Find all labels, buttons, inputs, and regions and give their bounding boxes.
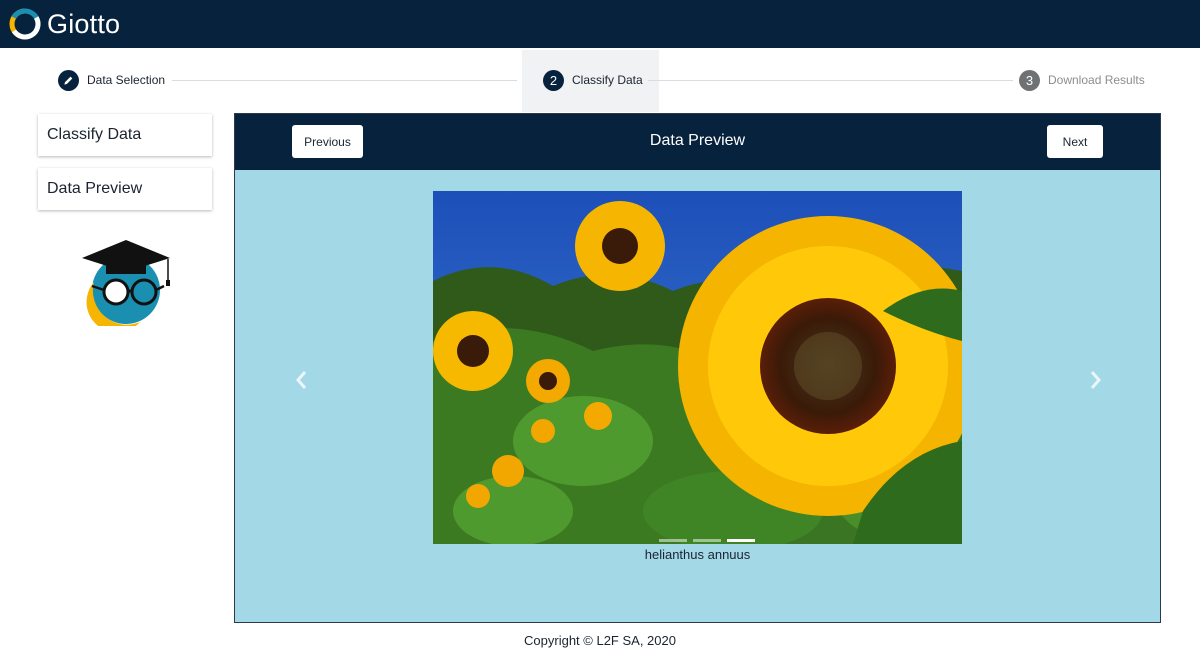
top-navbar: Giotto <box>0 0 1200 48</box>
sunflower-image <box>433 191 962 544</box>
background-sunflower <box>433 311 513 391</box>
step-label: Classify Data <box>572 73 643 87</box>
giotto-logo-icon <box>9 8 41 40</box>
graduate-mascot-icon <box>82 240 170 326</box>
carousel-indicator[interactable] <box>693 539 721 542</box>
sidebar-item-classify-data[interactable]: Classify Data <box>38 114 212 156</box>
step-label: Download Results <box>1048 73 1145 87</box>
carousel-indicators <box>659 539 755 542</box>
step-classify-data[interactable]: 2 Classify Data <box>543 68 643 92</box>
pencil-icon <box>64 76 73 85</box>
sidebar-item-label: Classify Data <box>47 126 142 143</box>
step-connector <box>172 80 517 81</box>
brand-name: Giotto <box>47 8 121 39</box>
sunflower-photo <box>433 191 962 544</box>
step-circle <box>58 69 79 91</box>
sidebar-item-data-preview[interactable]: Data Preview <box>38 168 212 210</box>
brand[interactable]: Giotto <box>9 7 120 41</box>
step-number: 3 <box>1019 69 1040 91</box>
next-button[interactable]: Next <box>1047 125 1103 158</box>
step-label: Data Selection <box>87 73 166 87</box>
carousel-indicator-active[interactable] <box>727 539 755 542</box>
carousel-indicator[interactable] <box>659 539 687 542</box>
data-preview-panel: Previous Data Preview Next helianthus an… <box>234 113 1161 623</box>
footer-copyright: Copyright © L2F SA, 2020 <box>524 633 676 648</box>
background-sunflower <box>575 201 665 291</box>
sidebar-item-label: Data Preview <box>47 180 143 197</box>
panel-title: Data Preview <box>649 132 746 149</box>
background-sunflower <box>526 359 570 403</box>
step-number: 2 <box>543 69 564 91</box>
carousel-prev-icon[interactable] <box>292 369 312 391</box>
panel-header: Previous Data Preview Next <box>235 114 1160 170</box>
image-caption: helianthus annuus <box>644 547 751 562</box>
step-download-results[interactable]: 3 Download Results <box>1019 68 1145 92</box>
step-data-selection[interactable]: Data Selection <box>58 68 165 92</box>
carousel-next-icon[interactable] <box>1085 369 1105 391</box>
step-connector <box>648 80 1013 81</box>
progress-stepper: Data Selection 2 Classify Data 3 Downloa… <box>0 48 1200 112</box>
